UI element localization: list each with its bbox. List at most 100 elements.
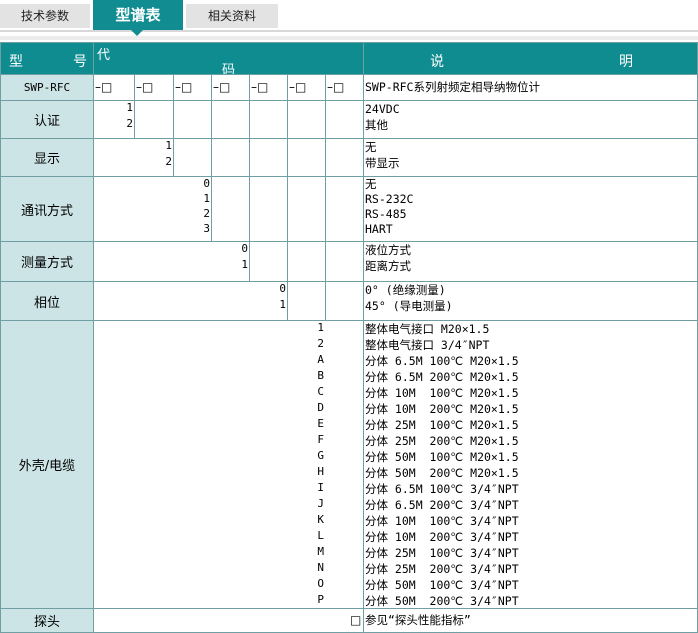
code-value: B [317, 369, 324, 382]
description-line: 分体 6.5M 200℃ M20×1.5 [365, 370, 519, 384]
row-label-text: 探头 [33, 615, 60, 630]
description-line: 分体 10M 200℃ M20×1.5 [365, 402, 519, 416]
description-line: 整体电气接口 3/4″NPT [365, 338, 490, 352]
row-label-text: 认证 [33, 114, 60, 129]
model-label: SWP-RFC [23, 81, 71, 94]
row-label-text: 测量方式 [20, 256, 73, 271]
code-value: 1 [241, 258, 248, 271]
code-value: 0 [203, 177, 210, 190]
description-line: 分体 10M 200℃ 3/4″NPT [365, 530, 519, 544]
code-column-divider [287, 177, 288, 241]
description-line: 分体 25M 100℃ 3/4″NPT [365, 546, 519, 560]
slot-divider [173, 75, 174, 100]
row-code-area-cert: 12 [93, 100, 364, 139]
row-label-text: 显示 [33, 152, 60, 167]
header-desc-cell: 说 明 [363, 42, 698, 75]
code-value: 2 [165, 155, 172, 168]
row-code-area-phase: 01 [93, 281, 364, 321]
code-value: 1 [279, 298, 286, 311]
description-line: 参见“探头性能指标” [365, 613, 471, 627]
description-line: 无 [365, 177, 377, 191]
row-label-text: 相位 [33, 295, 60, 311]
code-column-divider [325, 242, 326, 281]
row-label-text: 通讯方式 [20, 203, 73, 219]
header-model-char1: 型 [9, 54, 23, 70]
code-column-divider [325, 177, 326, 241]
description-line: 整体电气接口 M20×1.5 [365, 322, 490, 336]
code-value: 0 [241, 242, 248, 255]
description-line: 带显示 [365, 156, 400, 170]
model-slot-5: –□ [251, 80, 269, 94]
header-code-char1: 代 [97, 48, 111, 63]
description-line: 24VDC [365, 102, 400, 116]
code-column-divider [287, 242, 288, 281]
code-value: 1 [165, 139, 172, 152]
code-value: G [317, 449, 324, 462]
description-line: 分体 25M 200℃ M20×1.5 [365, 434, 519, 448]
header-desc-char2: 明 [619, 54, 633, 70]
row-code-area-measure: 01 [93, 241, 364, 282]
row-label-housing: 外壳/电缆 [0, 320, 94, 609]
code-column-divider [249, 139, 250, 176]
code-value: 3 [203, 222, 210, 235]
description-line: 分体 10M 100℃ 3/4″NPT [365, 514, 519, 528]
slot-divider [325, 75, 326, 100]
row-label-phase: 相位 [0, 281, 94, 321]
code-value: D [317, 401, 324, 414]
model-code-slots: –□ –□ –□ –□ –□ –□ –□ [93, 74, 364, 101]
row-code-area-housing: 1 2 ABCDEFGHIJKLMNOP [93, 320, 364, 609]
slot-divider [287, 75, 288, 100]
code-column-divider [211, 139, 212, 176]
row-description-housing: 整体电气接口 M20×1.5 整体电气接口 3/4″NPT 分体 6.5M 100℃… [363, 320, 698, 609]
code-value: F [317, 433, 324, 446]
code-value: 0 [279, 282, 286, 295]
code-value: 2 [126, 117, 133, 130]
probe-checkbox: □ [350, 613, 362, 627]
header-model-cell: 型 号 [0, 42, 94, 75]
code-value: 1 [317, 321, 324, 334]
row-code-area-display: 12 [93, 138, 364, 177]
row-label-probe: 探头 [0, 608, 94, 633]
code-column-divider [287, 282, 288, 320]
code-value: O [317, 577, 324, 590]
description-line: 分体 50M 200℃ M20×1.5 [365, 466, 519, 480]
header-desc-char1: 说 [430, 54, 444, 70]
row-label-cert: 认证 [0, 100, 94, 139]
code-column-divider [211, 101, 212, 138]
description-line: 0° (绝缘测量) [365, 283, 446, 297]
row-label-text: 外壳/电缆 [18, 459, 76, 474]
slot-divider [211, 75, 212, 100]
description-line: 分体 25M 100℃ M20×1.5 [365, 418, 519, 432]
header-model-char2: 号 [73, 54, 87, 70]
code-value: 1 [203, 192, 210, 205]
description-line: RS-485 [365, 207, 407, 221]
code-value: J [317, 497, 324, 510]
code-value: P [317, 593, 324, 606]
description-line: 其他 [365, 118, 388, 132]
model-slot-7: –□ [327, 80, 345, 94]
code-value: 2 [317, 337, 324, 350]
code-value: M [317, 545, 324, 558]
code-column-divider [173, 101, 174, 138]
description-line: 分体 50M 100℃ 3/4″NPT [365, 578, 519, 592]
description-line: 无 [365, 140, 377, 154]
row-description-comm: 无 RS-232C RS-485 HART [363, 176, 698, 242]
code-value: K [317, 513, 324, 526]
code-value: E [317, 417, 324, 430]
description-line: RS-232C [365, 192, 414, 206]
row-description-measure: 液位方式 距离方式 [363, 241, 698, 282]
code-value: A [317, 353, 324, 366]
code-column-divider [173, 139, 174, 176]
description-line: HART [365, 222, 393, 236]
row-code-area-probe: □ [93, 608, 364, 633]
description-line: 分体 6.5M 100℃ 3/4″NPT [365, 482, 519, 496]
description-line: 分体 25M 200℃ 3/4″NPT [365, 562, 519, 576]
row-description-phase: 0° (绝缘测量) 45° (导电测量) [363, 281, 698, 321]
description-line: 分体 6.5M 100℃ M20×1.5 [365, 354, 519, 368]
model-slot-4: –□ [213, 80, 231, 94]
code-column-divider [249, 101, 250, 138]
model-slot-6: –□ [289, 80, 307, 94]
row-code-area-comm: 0 1 2 3 [93, 176, 364, 242]
code-value: N [317, 561, 324, 574]
model-spec-table: 型 号 代 码 说 明 SWP-RFC –□ –□ –□ –□ –□ –□ –□ SWP-R… [0, 0, 698, 633]
